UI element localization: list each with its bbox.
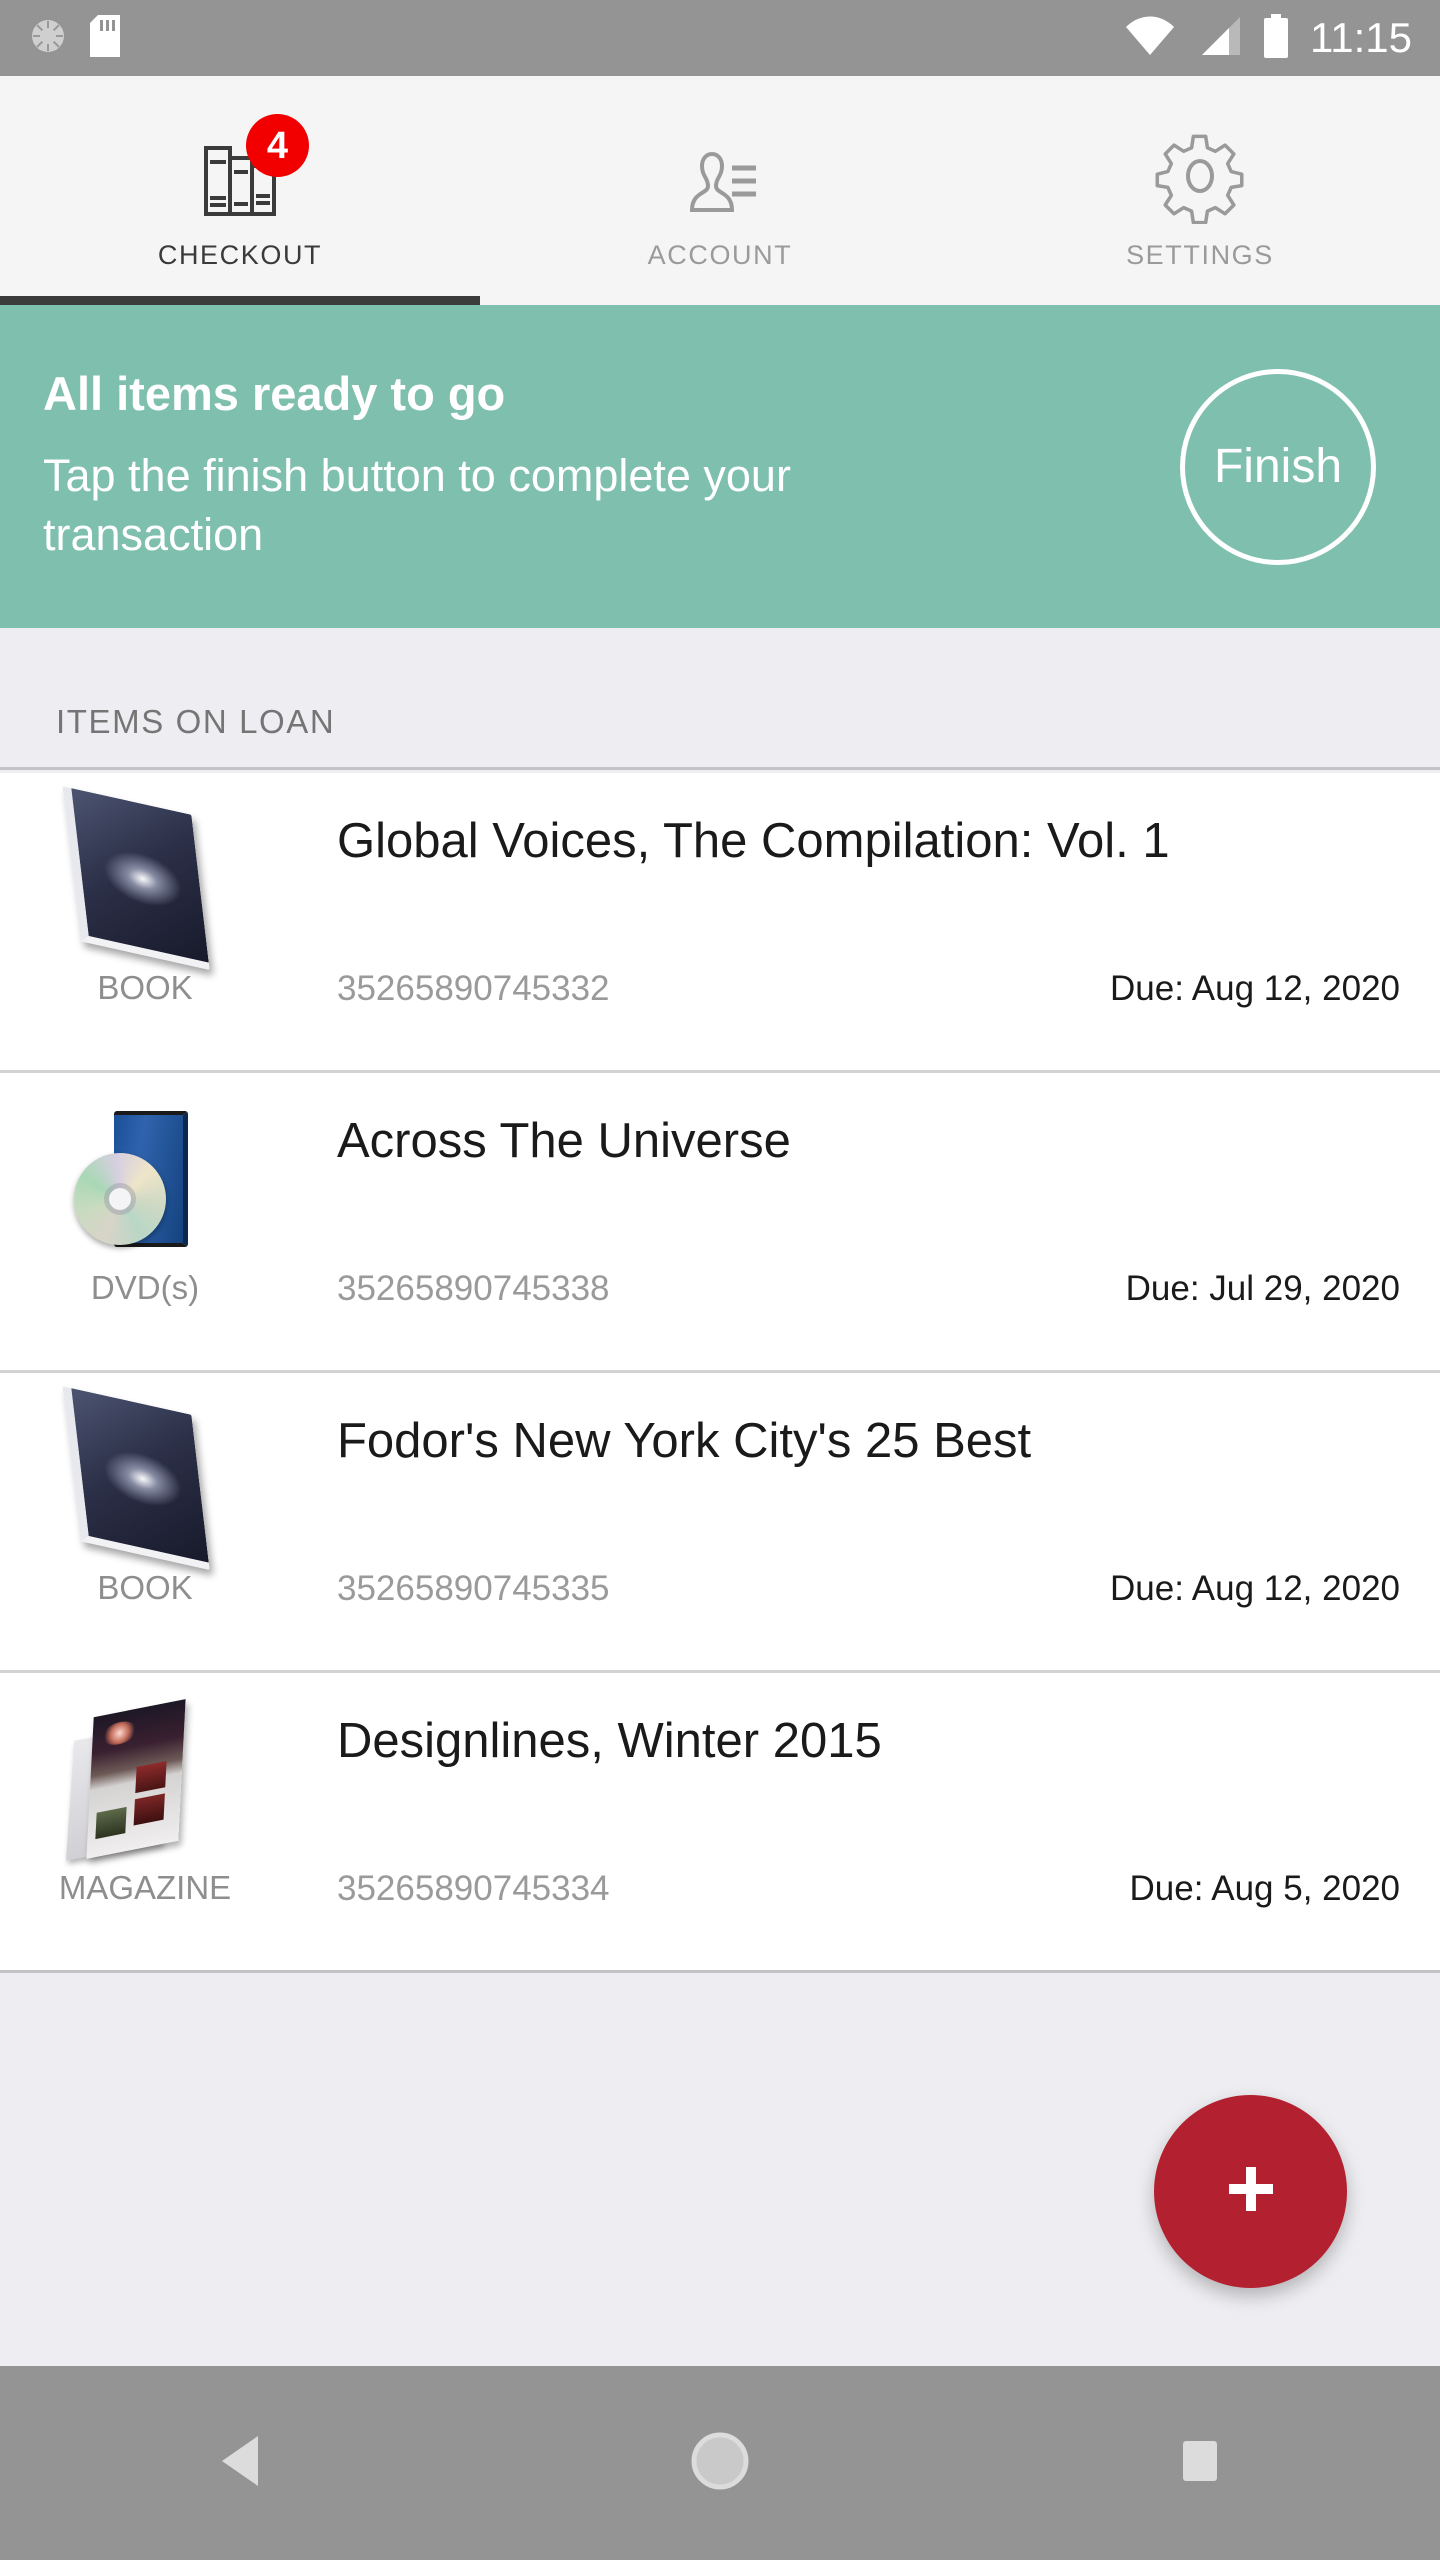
plus-icon <box>1215 2153 1287 2230</box>
item-type: MAGAZINE <box>58 1869 232 1906</box>
item-title: Fodor's New York City's 25 Best <box>337 1415 1032 1468</box>
item-due-date: Due: Aug 12, 2020 <box>1110 969 1400 1008</box>
nav-home-button[interactable] <box>480 2430 960 2497</box>
status-bar-clock: 11:15 <box>1310 14 1412 61</box>
item-due-date: Due: Aug 12, 2020 <box>1110 1569 1400 1608</box>
person-lines-icon <box>672 124 768 228</box>
item-barcode: 35265890745335 <box>337 1569 610 1608</box>
list-item[interactable]: Fodor's New York City's 25 Best BOOK 352… <box>0 1373 1440 1673</box>
cell-signal-icon <box>1196 15 1242 62</box>
banner-title: All items ready to go <box>43 367 506 421</box>
sd-card-icon <box>90 14 120 62</box>
items-on-loan-header: ITEMS ON LOAN <box>0 628 1440 770</box>
status-bar-right-icons: 11:15 <box>1124 13 1412 63</box>
item-type: DVD(s) <box>90 1269 200 1306</box>
magazine-icon <box>66 1699 206 1861</box>
book-cover-icon <box>62 786 210 970</box>
phone-screen: 11:15 4 CHECKOUT ACCOUNT SETTINGS All it… <box>0 0 1440 2560</box>
item-type: BOOK <box>97 969 193 1006</box>
list-item[interactable]: Designlines, Winter 2015 MAGAZINE 352658… <box>0 1673 1440 1973</box>
system-navigation-bar <box>0 2366 1440 2560</box>
battery-icon <box>1262 13 1290 63</box>
tab-settings-label: SETTINGS <box>1126 240 1274 270</box>
items-on-loan-label: ITEMS ON LOAN <box>56 703 336 740</box>
item-title: Designlines, Winter 2015 <box>337 1715 882 1768</box>
tab-checkout[interactable]: 4 CHECKOUT <box>0 76 480 305</box>
add-item-fab[interactable] <box>1154 2095 1347 2288</box>
list-item[interactable]: Global Voices, The Compilation: Vol. 1 B… <box>0 773 1440 1073</box>
status-bar: 11:15 <box>0 0 1440 76</box>
item-barcode: 35265890745338 <box>337 1269 610 1308</box>
item-due-date: Due: Aug 5, 2020 <box>1129 1869 1401 1908</box>
books-icon: 4 <box>192 114 309 228</box>
item-barcode: 35265890745332 <box>337 969 610 1008</box>
tab-settings[interactable]: SETTINGS <box>960 76 1440 305</box>
checkout-count-badge: 4 <box>246 114 309 177</box>
list-item[interactable]: Across The Universe DVD(s) 3526589074533… <box>0 1073 1440 1373</box>
list-empty-space <box>0 1973 1440 2366</box>
tab-account[interactable]: ACCOUNT <box>480 76 960 305</box>
item-type: BOOK <box>97 1569 193 1606</box>
nav-back-button[interactable] <box>0 2432 480 2495</box>
home-circle-icon <box>689 2430 751 2497</box>
dvd-icon <box>66 1103 206 1253</box>
items-on-loan-list: Global Voices, The Compilation: Vol. 1 B… <box>0 773 1440 1973</box>
nav-recents-button[interactable] <box>960 2437 1440 2490</box>
tab-account-label: ACCOUNT <box>647 240 793 270</box>
back-triangle-icon <box>214 2432 266 2495</box>
active-tab-indicator <box>0 296 480 305</box>
gear-icon <box>1152 124 1248 228</box>
banner-subtitle: Tap the finish button to complete your t… <box>43 449 791 561</box>
finish-button[interactable]: Finish <box>1180 368 1376 565</box>
status-bar-left-icons <box>28 14 120 62</box>
wifi-icon <box>1124 15 1176 62</box>
sync-icon <box>28 16 68 61</box>
item-title: Global Voices, The Compilation: Vol. 1 <box>337 815 1170 868</box>
main-tab-bar: 4 CHECKOUT ACCOUNT SETTINGS <box>0 76 1440 305</box>
recents-square-icon <box>1176 2437 1224 2490</box>
book-cover-icon <box>62 1386 210 1570</box>
banner-text-block: All items ready to go Tap the finish but… <box>0 368 1000 564</box>
ready-banner: All items ready to go Tap the finish but… <box>0 305 1440 628</box>
item-barcode: 35265890745334 <box>337 1869 610 1908</box>
tab-checkout-label: CHECKOUT <box>157 240 323 270</box>
item-due-date: Due: Jul 29, 2020 <box>1125 1269 1400 1308</box>
item-title: Across The Universe <box>337 1115 791 1168</box>
